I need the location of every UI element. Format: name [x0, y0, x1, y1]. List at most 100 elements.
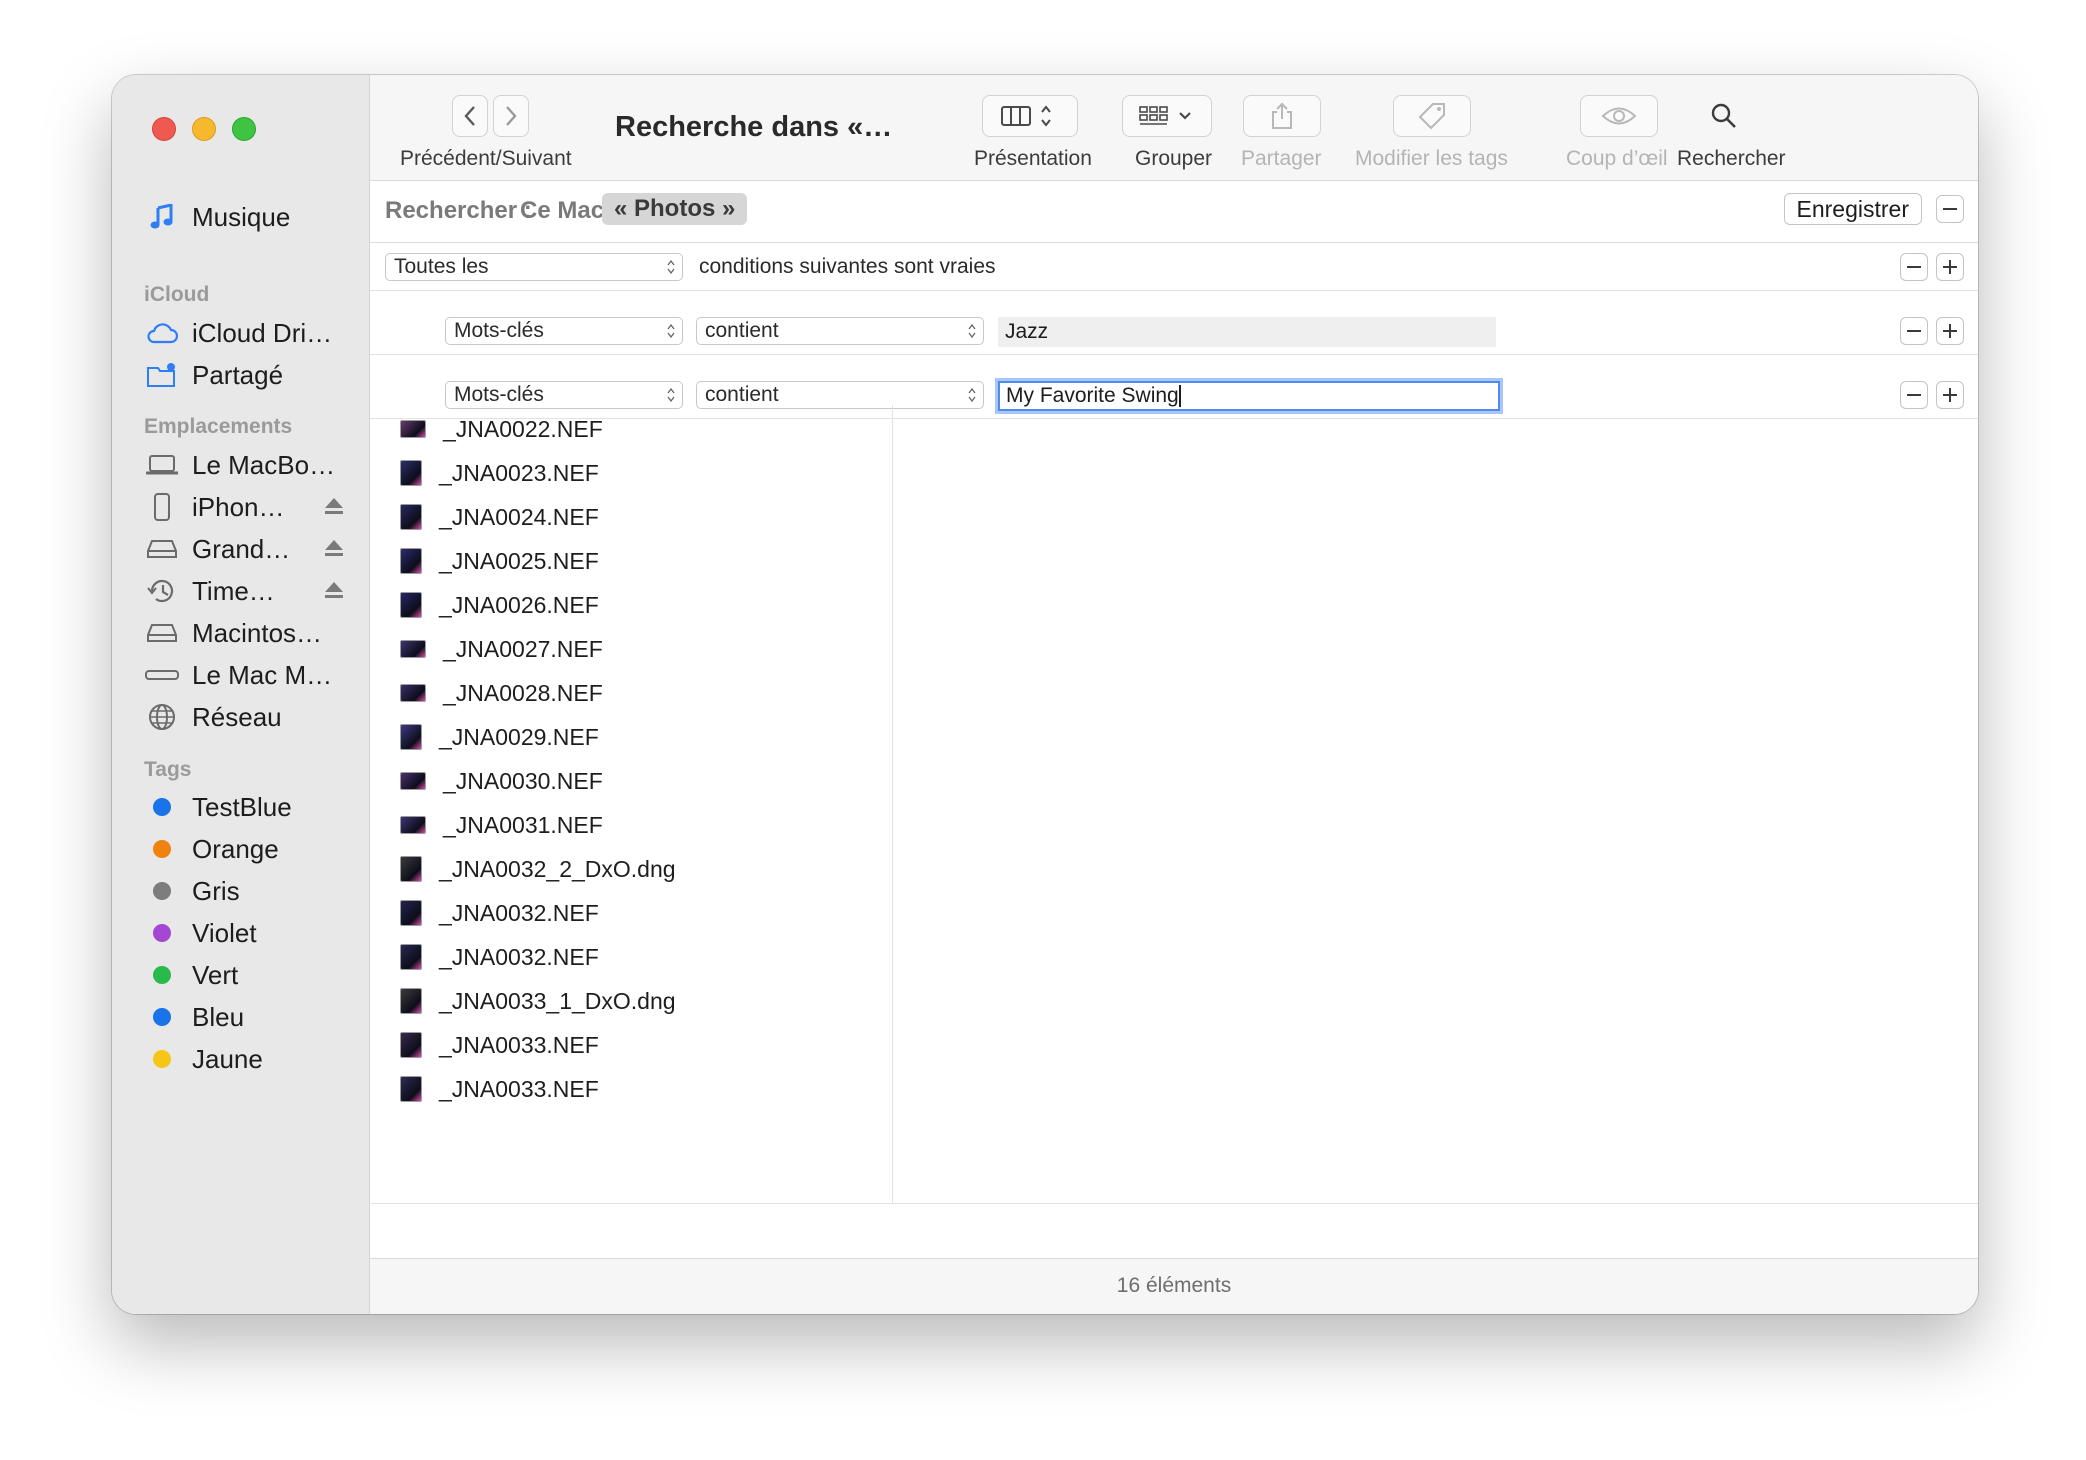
file-list-item[interactable]: _JNA0032.NEF: [400, 941, 599, 973]
drive-icon: [144, 538, 180, 560]
group-button[interactable]: [1122, 95, 1212, 137]
file-list-item[interactable]: _JNA0024.NEF: [400, 501, 599, 533]
share-label: Partager: [1241, 147, 1322, 170]
edit-tags-button[interactable]: [1393, 95, 1471, 137]
criteria-match-row: Toutes les conditions suivantes sont vra…: [370, 243, 1978, 291]
eject-icon[interactable]: [324, 497, 344, 515]
file-list-item[interactable]: _JNA0028.NEF: [400, 677, 603, 709]
file-list-item[interactable]: _JNA0033.NEF: [400, 1029, 599, 1061]
search-button[interactable]: [1697, 95, 1751, 137]
popup-arrows-icon: [667, 259, 675, 275]
tag-color-dot-icon: [144, 966, 180, 984]
sidebar-tag-label: Violet: [192, 917, 257, 948]
sidebar-item-label: Réseau: [192, 701, 282, 732]
toolbar: Précédent/Suivant Recherche dans «… Prés…: [370, 75, 1978, 181]
operator-value: contient: [705, 319, 779, 342]
share-button[interactable]: [1243, 95, 1321, 137]
file-list-item[interactable]: _JNA0022.NEF: [400, 413, 603, 445]
image-thumbnail-icon: [400, 420, 426, 438]
sidebar-item-iphone[interactable]: iPhon…: [144, 487, 354, 527]
music-note-icon: [144, 204, 180, 230]
file-list-item[interactable]: _JNA0029.NEF: [400, 721, 599, 753]
image-thumbnail-icon: [400, 640, 426, 658]
remove-rule-button[interactable]: [1900, 253, 1928, 281]
file-list-item[interactable]: _JNA0027.NEF: [400, 633, 603, 665]
sidebar-item-icloud-drive[interactable]: iCloud Dri…: [144, 313, 354, 353]
eject-icon[interactable]: [324, 581, 344, 599]
sidebar-item-macbook[interactable]: Le MacBo…: [144, 445, 354, 485]
sidebar-item-macintosh[interactable]: Macintos…: [144, 613, 354, 653]
sidebar-tag-item[interactable]: Orange: [144, 829, 354, 869]
operator-popup[interactable]: contient: [696, 317, 984, 345]
columns-view-icon: [1001, 105, 1051, 127]
image-thumbnail-icon: [400, 816, 426, 834]
add-rule-button[interactable]: [1936, 381, 1964, 409]
file-list-item[interactable]: _JNA0031.NEF: [400, 809, 603, 841]
window-title: Recherche dans «…: [615, 111, 893, 143]
sidebar-tag-item[interactable]: Vert: [144, 955, 354, 995]
sidebar-tag-item[interactable]: Gris: [144, 871, 354, 911]
sidebar-item-musique[interactable]: Musique: [144, 197, 354, 237]
file-list-item[interactable]: _JNA0030.NEF: [400, 765, 603, 797]
sidebar-item-time-machine[interactable]: Time…: [144, 571, 354, 611]
remove-rule-button[interactable]: [1900, 317, 1928, 345]
sidebar-tag-item[interactable]: Jaune: [144, 1039, 354, 1079]
cloud-icon: [144, 322, 180, 344]
sidebar-tag-label: Gris: [192, 875, 240, 906]
file-list-item[interactable]: _JNA0033_1_DxO.dng: [400, 985, 676, 1017]
scope-photos-folder[interactable]: « Photos »: [602, 193, 748, 225]
presentation-button[interactable]: [982, 95, 1078, 137]
image-thumbnail-icon: [400, 504, 422, 530]
time-machine-icon: [144, 577, 180, 605]
sidebar-tag-item[interactable]: TestBlue: [144, 787, 354, 827]
edit-tags-label: Modifier les tags: [1355, 147, 1508, 170]
image-thumbnail-icon: [400, 724, 422, 750]
remove-search-button[interactable]: [1936, 195, 1964, 223]
tag-icon: [1418, 103, 1445, 130]
results-list: _JNA0022.NEF _JNA0023.NEF _JNA0024.NEF _JNA…: [370, 405, 893, 1204]
keyword-value-field-active[interactable]: My Favorite Swing: [998, 381, 1500, 411]
forward-button[interactable]: [493, 95, 529, 137]
sidebar-item-partage[interactable]: Partagé: [144, 355, 354, 395]
image-thumbnail-icon: [400, 900, 422, 926]
plus-icon: [1943, 388, 1957, 402]
tag-color-dot-icon: [144, 882, 180, 900]
group-label: Grouper: [1135, 147, 1213, 170]
scope-this-mac[interactable]: Ce Mac: [520, 197, 604, 225]
file-name: _JNA0033.NEF: [439, 1031, 599, 1058]
file-list-item[interactable]: _JNA0026.NEF: [400, 589, 599, 621]
sidebar-section-icloud: iCloud: [144, 283, 210, 306]
minus-icon: [1907, 394, 1921, 396]
file-list-item[interactable]: _JNA0033.NEF: [400, 1073, 599, 1105]
add-rule-button[interactable]: [1936, 317, 1964, 345]
file-list-item[interactable]: _JNA0032_2_DxO.dng: [400, 853, 676, 885]
image-thumbnail-icon: [400, 856, 422, 882]
zoom-window-button[interactable]: [232, 117, 256, 141]
add-rule-button[interactable]: [1936, 253, 1964, 281]
drive-icon: [144, 622, 180, 644]
file-list-item[interactable]: _JNA0025.NEF: [400, 545, 599, 577]
sidebar-tag-item[interactable]: Violet: [144, 913, 354, 953]
sidebar-tag-item[interactable]: Bleu: [144, 997, 354, 1037]
quicklook-button[interactable]: [1580, 95, 1658, 137]
file-name: _JNA0025.NEF: [439, 547, 599, 574]
sidebar-item-label: Le MacBo…: [192, 449, 336, 480]
sidebar-tag-label: Bleu: [192, 1001, 245, 1032]
sidebar-item-mac-mini[interactable]: Le Mac M…: [144, 655, 354, 695]
sidebar-item-reseau[interactable]: Réseau: [144, 697, 354, 737]
save-search-button[interactable]: Enregistrer: [1783, 193, 1922, 225]
minimize-window-button[interactable]: [192, 117, 216, 141]
back-button[interactable]: [452, 95, 488, 137]
sidebar-item-grand[interactable]: Grand…: [144, 529, 354, 569]
popup-arrows-icon: [968, 387, 976, 403]
image-thumbnail-icon: [400, 548, 422, 574]
close-window-button[interactable]: [152, 117, 176, 141]
eject-icon[interactable]: [324, 539, 344, 557]
match-all-popup[interactable]: Toutes les: [385, 253, 683, 281]
remove-rule-button[interactable]: [1900, 381, 1928, 409]
attribute-popup[interactable]: Mots-clés: [445, 317, 683, 345]
keyword-value-field[interactable]: Jazz: [998, 317, 1496, 347]
file-list-item[interactable]: _JNA0032.NEF: [400, 897, 599, 929]
file-list-item[interactable]: _JNA0023.NEF: [400, 457, 599, 489]
tag-color-dot-icon: [144, 924, 180, 942]
